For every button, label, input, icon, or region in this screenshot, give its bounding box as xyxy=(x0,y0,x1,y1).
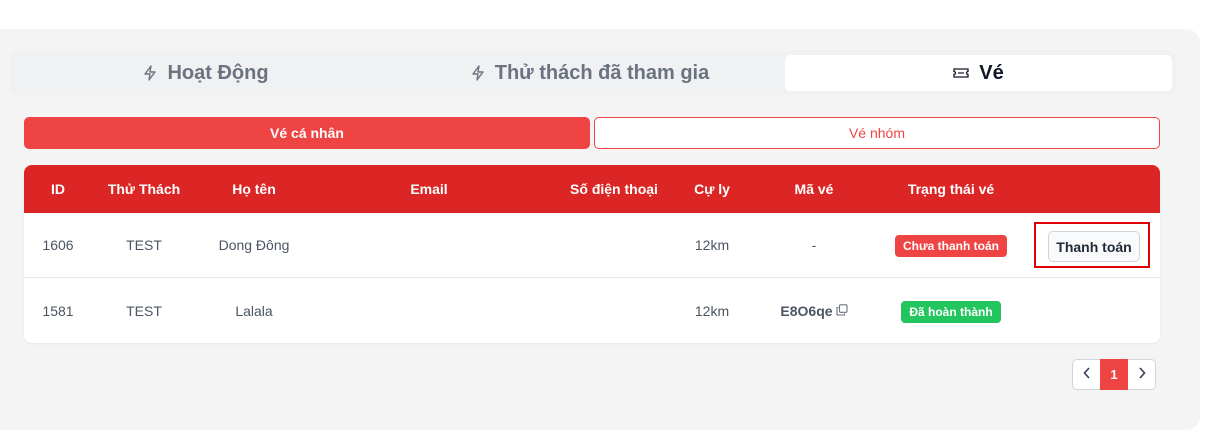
cell-id: 1581 xyxy=(42,303,74,319)
ticket-table: ID Thử Thách Họ tên Email Số điện thoại … xyxy=(24,165,1160,343)
tab-label: Vé xyxy=(979,61,1004,84)
page-1-button[interactable]: 1 xyxy=(1100,359,1128,390)
bolt-icon xyxy=(471,65,485,81)
cell-status: Đã hoàn thành xyxy=(884,279,1018,343)
cell-name: Dong Đông xyxy=(218,237,290,253)
tab-label: Thử thách đã tham gia xyxy=(494,61,710,84)
column-header: Cự ly xyxy=(694,181,730,197)
column-header: Thử Thách xyxy=(107,181,181,197)
status-badge: Chưa thanh toán xyxy=(894,235,1008,258)
prev-page-button[interactable] xyxy=(1072,359,1100,390)
ticket-code: E8O6qe xyxy=(780,303,833,319)
cell-challenge: TEST xyxy=(126,237,162,253)
chevron-right-icon xyxy=(1138,367,1146,382)
column-header: ID xyxy=(51,181,65,197)
ticket-type-tabs: Vé cá nhân Vé nhóm xyxy=(24,117,1160,149)
table-row: 1581 TEST Lalala 12km E8O6qe Đã hoàn thà… xyxy=(24,279,1160,343)
column-header: Họ tên xyxy=(232,181,276,197)
cell-id: 1606 xyxy=(42,237,74,253)
column-header: Trạng thái vé xyxy=(907,181,995,197)
bolt-icon xyxy=(143,65,157,81)
tab-thu-thach[interactable]: Thử thách đã tham gia xyxy=(398,55,782,91)
tab-ve[interactable]: Vé xyxy=(785,55,1172,91)
table-header: ID Thử Thách Họ tên Email Số điện thoại … xyxy=(24,165,1160,213)
ticket-icon xyxy=(953,67,969,79)
cell-email xyxy=(364,213,494,278)
next-page-button[interactable] xyxy=(1128,359,1156,390)
column-header: Mã vé xyxy=(794,181,834,197)
cell-status: Chưa thanh toán xyxy=(884,213,1018,278)
cell-phone xyxy=(554,279,674,343)
tab-bar: Hoạt Động Thử thách đã tham gia Vé xyxy=(10,51,1176,95)
cell-ticket-code: - xyxy=(811,237,817,253)
cell-phone xyxy=(554,213,674,278)
cell-name: Lalala xyxy=(235,303,273,319)
cell-distance: 12km xyxy=(694,303,730,319)
table-row: 1606 TEST Dong Đông 12km - Chưa thanh to… xyxy=(24,213,1160,278)
profile-panel: Hoạt Động Thử thách đã tham gia Vé Vé cá… xyxy=(0,29,1200,430)
tab-personal-ticket[interactable]: Vé cá nhân xyxy=(24,117,590,149)
column-header: Số điện thoại xyxy=(570,181,658,197)
tab-group-ticket[interactable]: Vé nhóm xyxy=(594,117,1160,149)
cell-challenge: TEST xyxy=(126,303,162,319)
chevron-left-icon xyxy=(1082,367,1091,382)
highlight-box: Thanh toán xyxy=(1034,222,1150,268)
tab-label: Hoạt Động xyxy=(167,61,269,84)
pay-button[interactable]: Thanh toán xyxy=(1048,231,1140,262)
tab-hoat-dong[interactable]: Hoạt Động xyxy=(14,55,398,91)
pagination: 1 xyxy=(1072,359,1156,390)
cell-ticket-code: E8O6qe xyxy=(764,279,864,343)
column-header: Email xyxy=(410,181,448,197)
cell-distance: 12km xyxy=(694,237,730,253)
status-badge: Đã hoàn thành xyxy=(901,301,1001,324)
cell-email xyxy=(364,279,494,343)
copy-icon[interactable] xyxy=(836,279,848,343)
